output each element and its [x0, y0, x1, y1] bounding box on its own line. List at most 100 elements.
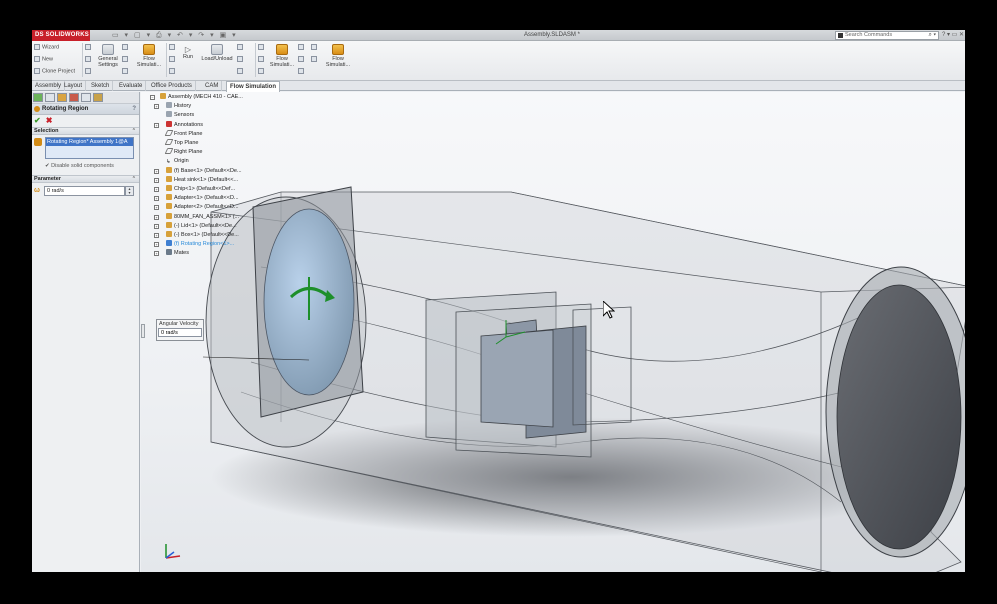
wizard-button[interactable]: Wizard [34, 44, 59, 50]
selection-group-header[interactable]: Selection ⌃ [32, 127, 139, 135]
expand-icon[interactable]: + [154, 196, 159, 202]
disable-solid-components-checkbox[interactable]: ✔ Disable solid components [45, 163, 114, 169]
small-tool-14[interactable] [258, 56, 266, 62]
tree-item-mates[interactable]: + Mates [150, 249, 262, 258]
quick-access-toolbar[interactable]: ▭ ▾ ▢ ▾ ⎙ ▾ ↶ ▾ ↷ ▾ ▣ ▾ [112, 31, 238, 40]
graphics-viewport[interactable]: ⊕ ⊖ ⌕ ▣ ◫ ▾ ◧ ▾ ◎ ▾ ◉ ◈ ▾ ◍ ▾ ▭ ▯ [141, 92, 965, 572]
tree-root[interactable]: − Assembly (MECH 410 - CAE... [150, 93, 262, 102]
search-commands-input[interactable]: Search Commands ⌕ ▾ [835, 31, 939, 40]
tree-item-adapter-1[interactable]: + Adapter<1> (Default<<D... [150, 194, 262, 203]
tree-item-chip[interactable]: + Chip<1> (Default<<Def... [150, 185, 262, 194]
search-icon[interactable]: ⌕ ▾ [928, 32, 936, 39]
tree-item-top-plane[interactable]: Top Plane [150, 139, 262, 148]
help-icon[interactable]: ? ▾ ▭ ✕ [942, 31, 964, 38]
tab-flow-simulation[interactable]: Flow Simulation [226, 81, 280, 92]
chevron-up-icon[interactable]: ⌃ [132, 176, 136, 183]
small-tool-16[interactable] [298, 44, 306, 50]
tree-item-heat-sink[interactable]: + Heat sink<1> (Default<<... [150, 175, 262, 185]
property-manager-tab-icon[interactable] [45, 93, 55, 102]
tab-office-products[interactable]: Office Products [148, 81, 196, 91]
small-tool-13[interactable] [258, 44, 266, 50]
run-button[interactable]: ▷ Run [180, 45, 196, 60]
angular-velocity-icon: ω [34, 187, 40, 194]
flow-simulation-tools-button[interactable]: Flow Simulati... [324, 44, 352, 68]
angular-velocity-callout[interactable]: Angular Velocity 0 rad/s [156, 319, 204, 341]
expand-icon[interactable]: + [154, 214, 159, 220]
small-tool-12[interactable] [237, 68, 245, 74]
flow-simulation-results-button[interactable]: Flow Simulati... [268, 44, 296, 68]
small-tool-4[interactable] [122, 44, 130, 50]
tree-item-lid[interactable]: + (-) Lid<1> (Default<<De... [150, 221, 262, 231]
selection-list[interactable]: Rotating Region* Assembly 1@A [45, 137, 134, 159]
small-tool-18[interactable] [298, 68, 306, 74]
tree-item-front-plane[interactable]: Front Plane [150, 129, 262, 139]
parameter-group-header[interactable]: Parameter ⌃ [32, 175, 139, 183]
spin-stepper[interactable]: ▴ ▾ [125, 186, 134, 196]
small-tool-7[interactable] [169, 44, 177, 50]
expand-icon[interactable]: + [154, 122, 159, 128]
dimxpert-tab-icon[interactable] [69, 93, 79, 102]
filter-tab-icon[interactable] [81, 93, 91, 102]
flow-analysis-tab-icon[interactable] [93, 93, 103, 102]
tree-item-box[interactable]: + (-) Box<1> (Default<<De... [150, 231, 262, 240]
small-tool-11[interactable] [237, 56, 245, 62]
feature-tree-tab-icon[interactable] [33, 93, 43, 102]
assembly-icon [160, 93, 166, 99]
tab-evaluate[interactable]: Evaluate [116, 81, 147, 91]
callout-drag-handle[interactable] [141, 324, 145, 338]
flow-simulation-tree-button[interactable]: Flow Simulati... [134, 44, 164, 68]
expand-icon[interactable]: + [154, 168, 159, 174]
tab-layout[interactable]: Layout [61, 81, 87, 91]
expand-icon[interactable]: + [154, 187, 159, 193]
tree-item-rotating-region[interactable]: + (f) Rotating Region<1>... [150, 240, 262, 249]
angular-velocity-input[interactable]: 0 rad/s [44, 186, 125, 196]
new-project-button[interactable]: New [34, 56, 53, 62]
small-tool-5[interactable] [122, 56, 130, 62]
small-tool-1[interactable] [85, 44, 93, 50]
small-tool-3[interactable] [85, 68, 93, 74]
small-tool-6[interactable] [122, 68, 130, 74]
expand-icon[interactable]: + [154, 177, 159, 183]
general-settings-button[interactable]: General Settings [94, 44, 122, 68]
ok-check-icon[interactable]: ✔ [34, 116, 41, 125]
tree-item-fan-assembly[interactable]: +80MM_FAN_ASSM<1> (... [150, 212, 262, 222]
small-tool-2[interactable] [85, 56, 93, 62]
small-tool-15[interactable] [258, 68, 266, 74]
selection-list-item[interactable]: Rotating Region* Assembly 1@A [46, 138, 133, 146]
search-placeholder: Search Commands [845, 32, 893, 38]
solidworks-logo[interactable]: DS SOLIDWORKS [32, 30, 90, 41]
command-manager-tabs: Assembly Layout Sketch Evaluate Office P… [32, 81, 965, 92]
configuration-tab-icon[interactable] [57, 93, 67, 102]
tab-cam[interactable]: CAM [202, 81, 223, 91]
callout-value-input[interactable]: 0 rad/s [158, 328, 202, 337]
small-tool-9[interactable] [169, 68, 177, 74]
expand-icon[interactable]: + [154, 223, 159, 229]
small-tool-8[interactable] [169, 56, 177, 62]
tree-item-history[interactable]: + History [150, 102, 262, 111]
tree-item-base[interactable]: + (f) Base<1> (Default<<De... [150, 166, 262, 176]
collapse-icon[interactable]: − [150, 95, 155, 100]
tree-item-right-plane[interactable]: Right Plane [150, 148, 262, 157]
tree-item-annotations[interactable]: + Annotations [150, 120, 262, 130]
expand-icon[interactable]: + [154, 104, 159, 110]
assembly-model[interactable] [141, 92, 965, 572]
small-tool-20[interactable] [311, 56, 319, 62]
clone-project-button[interactable]: Clone Project [34, 68, 75, 74]
chevron-up-icon[interactable]: ⌃ [132, 128, 136, 135]
tree-item-sensors[interactable]: Sensors [150, 111, 262, 120]
expand-icon[interactable]: + [154, 251, 159, 257]
expand-icon[interactable]: + [154, 205, 159, 211]
load-unload-button[interactable]: Load/Unload [198, 44, 236, 62]
tab-sketch[interactable]: Sketch [88, 81, 114, 91]
expand-icon[interactable]: + [154, 242, 159, 248]
expand-icon[interactable]: + [154, 233, 159, 239]
small-tool-17[interactable] [298, 56, 306, 62]
tree-item-adapter-2[interactable]: + Adapter<2> (Default<<D... [150, 203, 262, 212]
tree-item-origin[interactable]: ↳ Origin [150, 157, 262, 166]
load-unload-icon [211, 44, 223, 55]
help-icon[interactable]: ? [132, 104, 136, 115]
small-tool-19[interactable] [311, 44, 319, 50]
small-tool-10[interactable] [237, 44, 245, 50]
cancel-x-icon[interactable]: ✖ [46, 116, 53, 125]
tool-icon [122, 68, 128, 74]
